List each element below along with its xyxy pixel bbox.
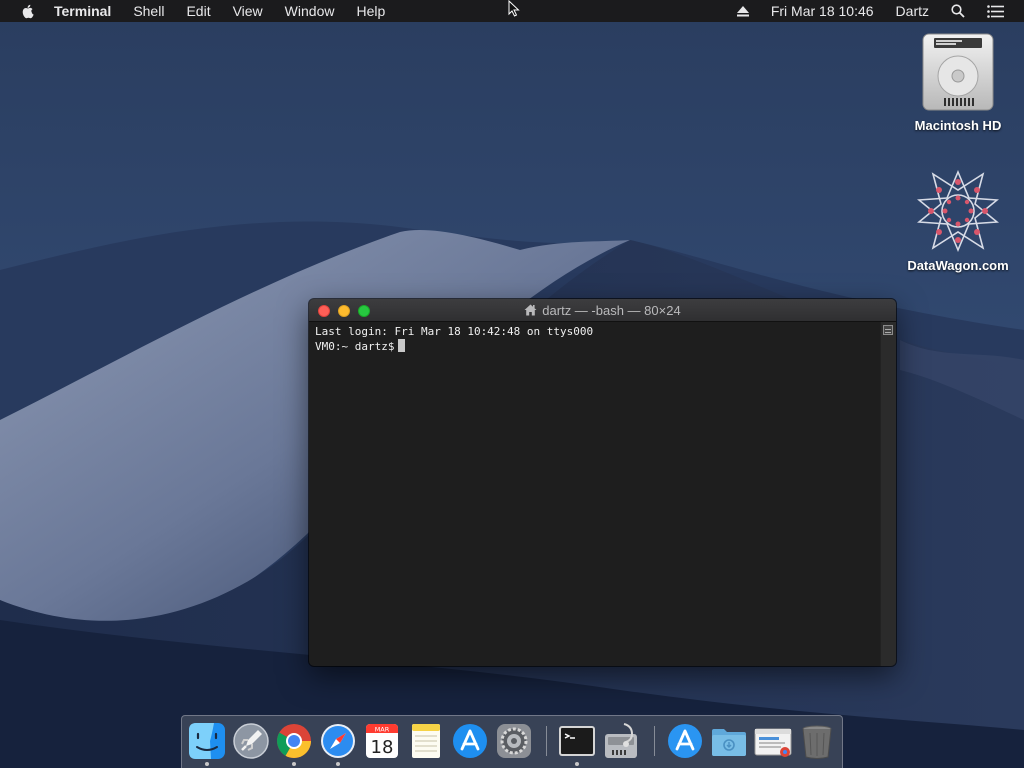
terminal-prompt-line: VM0:~ dartz$ — [315, 339, 873, 354]
notification-center-icon[interactable] — [987, 4, 1004, 18]
menu-app-terminal[interactable]: Terminal — [54, 3, 111, 19]
apple-icon[interactable] — [20, 3, 36, 19]
clock-date: Fri Mar 18 — [770, 3, 835, 19]
zoom-button[interactable] — [358, 305, 370, 317]
menu-window[interactable]: Window — [285, 3, 335, 19]
clock[interactable]: Fri Mar 18 10:46 — [771, 3, 874, 19]
trash-icon — [802, 725, 832, 759]
finder-icon — [189, 723, 225, 759]
notes-icon — [412, 724, 440, 758]
mouse-pointer-icon — [508, 0, 520, 17]
app-store-icon — [668, 724, 702, 758]
dock-separator — [546, 726, 547, 756]
datawagon-logo-icon — [917, 170, 999, 252]
dock: MAR 18 — [181, 715, 843, 768]
calendar-day: 18 — [371, 737, 394, 758]
dock-item-downloads-folder[interactable] — [710, 722, 748, 760]
running-indicator — [205, 762, 209, 766]
terminal-titlebar[interactable]: dartz — -bash — 80×24 — [309, 299, 896, 322]
dock-separator — [654, 726, 655, 756]
menu-view[interactable]: View — [233, 3, 263, 19]
terminal-prompt: VM0:~ dartz$ — [315, 340, 395, 353]
dock-item-app-store-folder[interactable] — [666, 722, 704, 760]
eject-icon[interactable] — [736, 5, 749, 17]
dock-item-calendar[interactable]: MAR 18 — [363, 722, 401, 760]
dock-item-system-preferences[interactable] — [495, 722, 533, 760]
running-indicator — [575, 762, 579, 766]
terminal-icon — [559, 726, 595, 756]
desktop-icon-label: DataWagon.com — [907, 258, 1009, 273]
disk-utility-icon — [605, 723, 637, 758]
dock-item-app-store[interactable] — [451, 722, 489, 760]
gear-icon — [497, 724, 531, 758]
menu-bar-extras: Fri Mar 18 10:46 Dartz — [736, 0, 1024, 22]
dock-item-disk-utility[interactable] — [602, 722, 640, 760]
safari-compass-icon — [321, 724, 355, 758]
dock-item-chrome-window[interactable] — [754, 722, 792, 760]
terminal-window[interactable]: dartz — -bash — 80×24 Last login: Fri Ma… — [309, 299, 896, 666]
terminal-output[interactable]: Last login: Fri Mar 18 10:42:48 on ttys0… — [309, 322, 879, 666]
menu-edit[interactable]: Edit — [186, 3, 210, 19]
desktop-icon-datawagon[interactable]: DataWagon.com — [903, 170, 1013, 273]
running-indicator — [336, 762, 340, 766]
calendar-month: MAR — [375, 726, 390, 734]
folder-icon — [712, 729, 746, 756]
minimize-button[interactable] — [338, 305, 350, 317]
dock-item-safari[interactable] — [319, 722, 357, 766]
home-icon — [524, 304, 537, 316]
menu-shell[interactable]: Shell — [133, 3, 164, 19]
window-controls — [318, 305, 378, 317]
chrome-window-icon — [754, 728, 792, 757]
text-cursor — [398, 339, 406, 352]
dock-item-chrome[interactable] — [275, 722, 313, 766]
chrome-icon — [277, 724, 311, 758]
app-store-icon — [453, 724, 487, 758]
menu-help[interactable]: Help — [356, 3, 385, 19]
window-title: dartz — -bash — 80×24 — [524, 302, 681, 318]
launchpad-icon — [233, 723, 269, 759]
clock-time: 10:46 — [838, 3, 874, 19]
terminal-scrollbar[interactable] — [880, 322, 896, 666]
desktop-icon-label: Macintosh HD — [914, 118, 1002, 133]
close-button[interactable] — [318, 305, 330, 317]
dock-item-trash[interactable] — [798, 722, 836, 760]
user-menu[interactable]: Dartz — [896, 3, 929, 19]
running-indicator — [292, 762, 296, 766]
spotlight-search-icon[interactable] — [951, 4, 965, 18]
dock-item-terminal[interactable] — [558, 722, 596, 766]
dock-item-finder[interactable] — [188, 722, 226, 766]
calendar-icon: MAR 18 — [366, 724, 398, 758]
split-pane-button[interactable] — [883, 325, 893, 335]
hard-drive-icon — [922, 33, 994, 111]
desktop-icon-macintosh-hd[interactable]: Macintosh HD — [903, 32, 1013, 133]
dock-item-notes[interactable] — [407, 722, 445, 760]
dock-item-launchpad[interactable] — [232, 722, 270, 760]
terminal-line: Last login: Fri Mar 18 10:42:48 on ttys0… — [315, 325, 594, 338]
window-title-text: dartz — -bash — 80×24 — [542, 302, 681, 318]
